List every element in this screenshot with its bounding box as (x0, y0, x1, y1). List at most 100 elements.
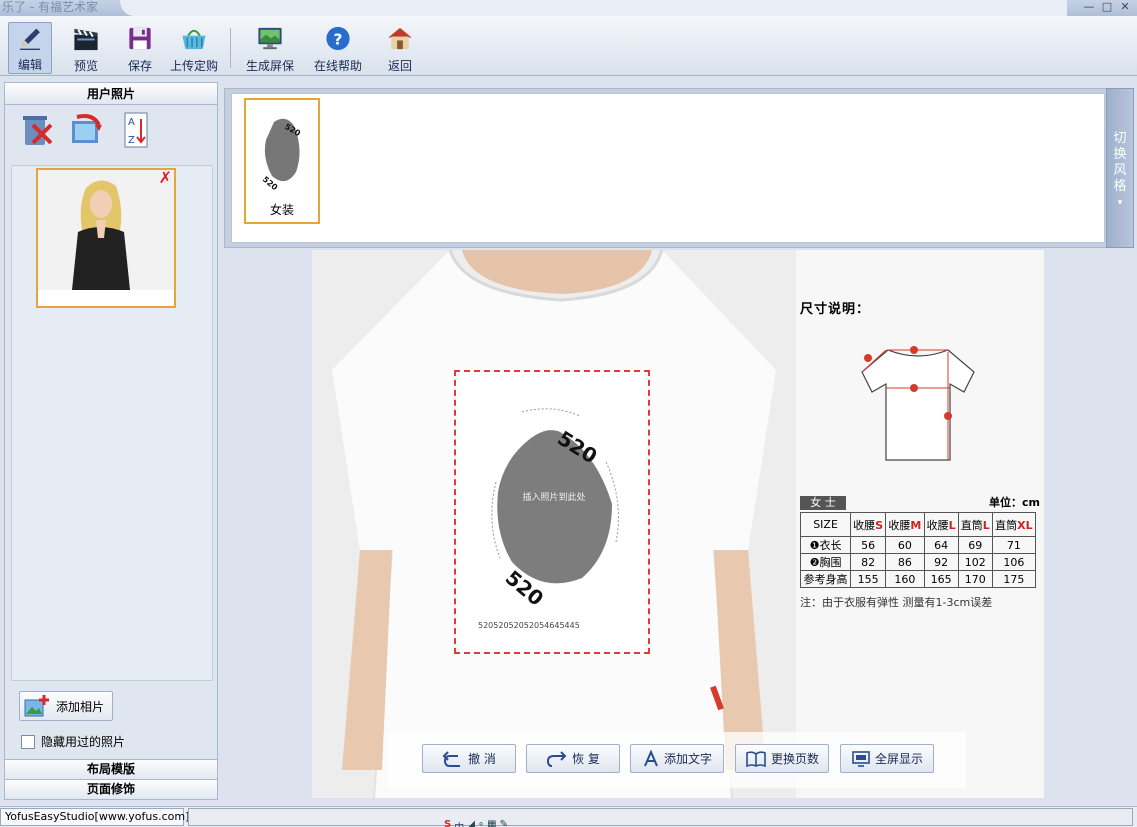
unit-label: 单位：cm (989, 496, 1040, 509)
monitor-fullscreen-icon (852, 750, 870, 767)
sort-az-icon[interactable]: A Z (119, 111, 155, 149)
size-header-code: L (982, 518, 990, 532)
size-header-code: S (875, 518, 884, 532)
size-cell: 160 (885, 570, 925, 588)
fullscreen-label: 全屏显示 (874, 752, 923, 766)
help-icon: ? (326, 26, 350, 51)
recycle-bin-delete-icon[interactable] (19, 111, 55, 149)
switch-style-button[interactable]: 切 换 风 格 ▾ (1106, 88, 1134, 248)
pencil-icon (20, 28, 40, 50)
size-row-name: 参考身高 (799, 570, 852, 588)
title-bar-decoration (120, 0, 1067, 16)
photo-placeholder-graphic: 插入照片到此处 520 520 52052052052054645445 (478, 408, 619, 630)
maximize-button[interactable]: □ (1099, 1, 1115, 14)
size-header-text: 直筒 (960, 518, 983, 532)
size-cell: 71 (991, 536, 1037, 554)
toolbar-separator (230, 28, 231, 68)
user-photos-header[interactable]: 用户照片 (5, 83, 217, 105)
size-cell: 56 (850, 536, 887, 554)
size-cell: 82 (850, 553, 887, 571)
page-decoration-section[interactable]: 页面修饰 (5, 779, 217, 799)
add-photo-label: 添加相片 (56, 699, 105, 714)
size-header-code: XL (1017, 518, 1033, 532)
size-info-panel: 尺寸说明： 女 士 单位：cm SIZE 收腰S 收腰 M 收腰L 直筒L 直筒 X… (796, 250, 1044, 798)
ime-toolbar[interactable]: S 中 ◢ ∘ ▦ ✎ (444, 819, 508, 827)
size-cell: 92 (923, 553, 959, 571)
tshirt-measurement-diagram (861, 346, 975, 461)
basket-icon (182, 29, 206, 50)
size-header-cell: 直筒L (957, 512, 993, 537)
size-cell: 64 (923, 536, 959, 554)
hide-used-checkbox[interactable] (21, 734, 35, 749)
size-cell: 170 (957, 570, 993, 588)
ime-logo-icon: S (444, 819, 452, 827)
undo-label: 撤 消 (468, 752, 496, 766)
add-photo-button[interactable]: 添加相片 (19, 691, 113, 721)
size-row-name: ❶衣长 (799, 536, 852, 554)
window-controls: — □ ✕ (1081, 1, 1133, 14)
remove-photo-icon[interactable]: ✗ (159, 170, 172, 186)
svg-text:Z: Z (128, 135, 135, 146)
ime-keyboard-icon: ▦ (487, 819, 497, 827)
gender-badge: 女 士 (800, 496, 846, 510)
close-button[interactable]: ✕ (1117, 1, 1133, 14)
undo-icon (442, 750, 461, 767)
save-button[interactable]: 保存 (118, 22, 162, 74)
main-toolbar: 编辑 预览 保存 上传定购 生成屏保 ? 在线帮助 返回 (0, 16, 1137, 76)
edit-button[interactable]: 编辑 (8, 22, 52, 74)
switch-style-char: 格 (1113, 179, 1127, 194)
design-canvas: 插入照片到此处 520 520 52052052052054645445 尺寸说… (312, 250, 1044, 798)
undo-button[interactable]: 撤 消 (422, 744, 516, 773)
size-header-cell: 收腰L (923, 512, 959, 537)
redo-button[interactable]: 恢 复 (526, 744, 620, 773)
size-header-cell: 收腰S (850, 512, 887, 537)
size-cell: 102 (957, 553, 993, 571)
switch-style-char: 切 (1113, 131, 1127, 146)
minimize-button[interactable]: — (1081, 1, 1097, 14)
rotate-photo-icon[interactable] (69, 111, 105, 149)
style-list: 520 520 女装 (231, 93, 1105, 243)
size-cell: 106 (991, 553, 1037, 571)
fullscreen-button[interactable]: 全屏显示 (840, 744, 934, 773)
clapper-icon (74, 28, 98, 51)
home-icon (388, 27, 412, 50)
status-bar: YofusEasyStudio[www.yofus.com] S 中 ◢ ∘ ▦… (0, 806, 1137, 827)
window-title: 乐了 - 有福艺术家 (2, 0, 98, 14)
user-photo-thumbnail[interactable]: ✗ (36, 168, 176, 308)
screensaver-button[interactable]: 生成屏保 (240, 22, 300, 74)
ime-dot-icon: ∘ (477, 819, 485, 827)
size-chart-title: 尺寸说明： (800, 302, 871, 317)
photo-tools: A Z (5, 105, 217, 153)
chevron-down-icon: ▾ (1117, 198, 1123, 208)
change-pages-button[interactable]: 更换页数 (735, 744, 829, 773)
upload-order-label: 上传定购 (169, 59, 218, 73)
switch-style-char: 风 (1113, 163, 1127, 178)
size-header-text: 收腰 (853, 518, 876, 532)
size-table: SIZE 收腰S 收腰M 收腰L 直筒L 直筒XL ❶衣长 56 60 64 6… (799, 512, 1037, 588)
screensaver-label: 生成屏保 (245, 59, 294, 73)
preview-label: 预览 (73, 59, 98, 73)
style-thumb-women[interactable]: 520 520 女装 (244, 98, 320, 224)
size-cell: 175 (991, 570, 1037, 588)
upload-order-button[interactable]: 上传定购 (164, 22, 224, 74)
photo-list[interactable]: ✗ (11, 165, 213, 681)
back-button[interactable]: 返回 (378, 22, 422, 74)
style-thumb-label: 女装 (269, 203, 294, 217)
size-header-cell: SIZE (799, 512, 852, 537)
size-table-header: SIZE 收腰S 收腰 M 收腰L 直筒L 直筒 XL (799, 512, 1037, 537)
add-image-icon (24, 695, 49, 717)
size-table-row: 参考身高 155 160 165 170 175 (799, 570, 1037, 588)
size-cell: 155 (850, 570, 887, 588)
size-header-text: SIZE (813, 518, 838, 531)
size-header-code: M (910, 518, 922, 532)
book-icon (746, 750, 766, 767)
hide-used-photos-toggle[interactable]: 隐藏用过的照片 (21, 733, 125, 750)
photo-frame[interactable]: 插入照片到此处 520 520 52052052052054645445 (454, 370, 650, 654)
online-help-button[interactable]: ? 在线帮助 (308, 22, 368, 74)
size-table-row: ❷胸围 82 86 92 102 106 (799, 553, 1037, 571)
photo-placeholder-text: 插入照片到此处 (522, 491, 585, 503)
layout-template-section[interactable]: 布局模版 (5, 759, 217, 779)
add-text-button[interactable]: 添加文字 (630, 744, 724, 773)
change-pages-label: 更换页数 (770, 752, 819, 766)
preview-button[interactable]: 预览 (64, 22, 108, 74)
